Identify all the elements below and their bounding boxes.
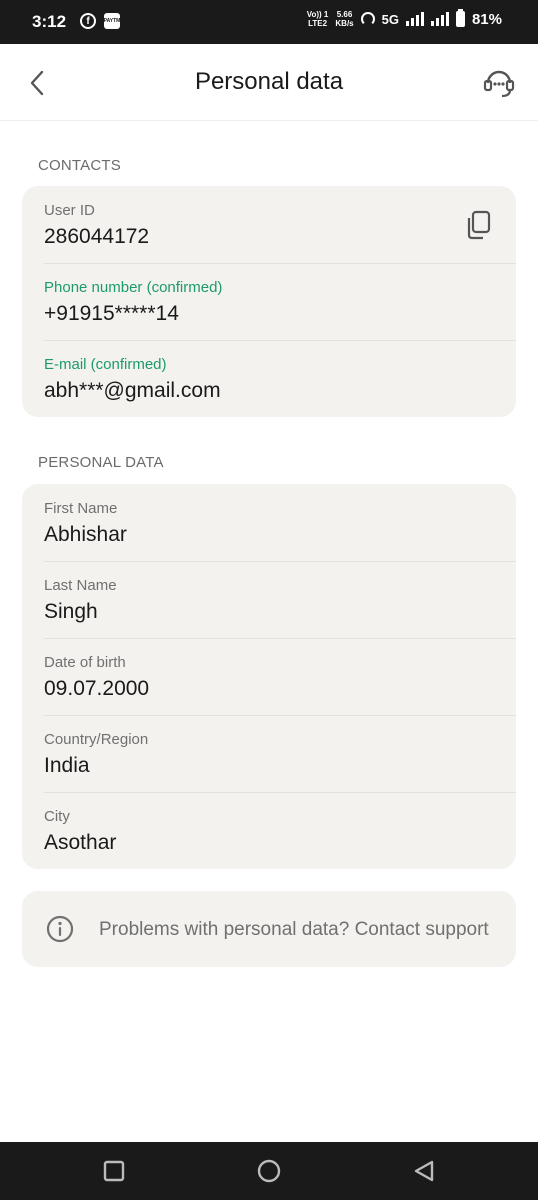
copy-icon	[467, 210, 491, 240]
country-row: Country/Region India	[22, 715, 516, 792]
battery-percent: 81%	[471, 10, 502, 28]
notification-icons: f PAYTM	[80, 13, 120, 29]
copy-button[interactable]	[464, 210, 492, 240]
dob-row: Date of birth 09.07.2000	[22, 638, 516, 715]
hotspot-icon	[360, 12, 375, 26]
user-id-label: User ID	[44, 202, 95, 219]
recents-button[interactable]	[102, 1159, 126, 1183]
email-value: abh***@gmail.com	[44, 379, 221, 402]
status-bar: 3:12 f PAYTM Vo)) 1 LTE2 5.66 KB/s 5G 81…	[0, 0, 538, 44]
dob-label: Date of birth	[44, 654, 126, 671]
first-name-label: First Name	[44, 500, 118, 517]
contacts-card: User ID 286044172 Phone number (confirme…	[22, 186, 516, 417]
first-name-row: First Name Abhishar	[22, 484, 516, 561]
info-icon	[46, 915, 74, 943]
volte-bottom: LTE2	[308, 19, 328, 28]
last-name-value: Singh	[44, 600, 98, 623]
system-nav-bar	[0, 1142, 538, 1200]
last-name-row: Last Name Singh	[22, 561, 516, 638]
status-indicators: Vo)) 1 LTE2 5.66 KB/s 5G 81%	[307, 9, 502, 28]
status-time: 3:12	[32, 12, 67, 31]
speed-indicator: 5.66 KB/s	[335, 10, 353, 28]
city-row: City Asothar	[22, 792, 516, 869]
city-value: Asothar	[44, 831, 117, 854]
user-id-value: 286044172	[44, 225, 150, 248]
personal-section-label: PERSONAL DATA	[38, 454, 164, 471]
phone-value: +91915*****14	[44, 302, 179, 325]
volte-top: Vo)) 1	[306, 10, 329, 19]
signal-icon-1	[405, 12, 424, 26]
email-label: E-mail (confirmed)	[44, 356, 167, 373]
phone-row: Phone number (confirmed) +91915*****14	[22, 263, 516, 340]
phone-label: Phone number (confirmed)	[44, 279, 223, 296]
signal-icon-2	[430, 12, 449, 26]
personal-data-card: First Name Abhishar Last Name Singh Date…	[22, 484, 516, 869]
city-label: City	[44, 808, 70, 825]
country-value: India	[44, 754, 90, 777]
volte-indicator: Vo)) 1 LTE2	[307, 10, 329, 28]
speed-value: 5.66	[336, 10, 353, 19]
home-button[interactable]	[257, 1159, 281, 1183]
dob-value: 09.07.2000	[44, 677, 150, 700]
contacts-section-label: CONTACTS	[38, 157, 121, 174]
contact-support-card[interactable]: Problems with personal data? Contact sup…	[22, 891, 516, 967]
circle-icon	[257, 1159, 281, 1183]
facebook-icon: f	[80, 13, 96, 29]
support-button[interactable]	[480, 64, 518, 102]
app-header: Personal data	[0, 44, 538, 121]
page-title: Personal data	[194, 68, 344, 95]
paytm-icon: PAYTM	[104, 13, 120, 29]
network-type: 5G	[381, 11, 399, 27]
battery-icon	[455, 9, 465, 27]
user-id-row: User ID 286044172	[22, 186, 516, 263]
headset-icon	[483, 70, 515, 98]
speed-unit: KB/s	[335, 19, 354, 28]
country-label: Country/Region	[44, 731, 149, 748]
last-name-label: Last Name	[44, 577, 117, 594]
triangle-back-icon	[414, 1160, 434, 1182]
back-nav-button[interactable]	[412, 1159, 436, 1183]
square-icon	[103, 1160, 125, 1182]
email-row: E-mail (confirmed) abh***@gmail.com	[22, 340, 516, 417]
contact-support-text: Problems with personal data? Contact sup…	[99, 919, 489, 940]
first-name-value: Abhishar	[44, 523, 127, 546]
